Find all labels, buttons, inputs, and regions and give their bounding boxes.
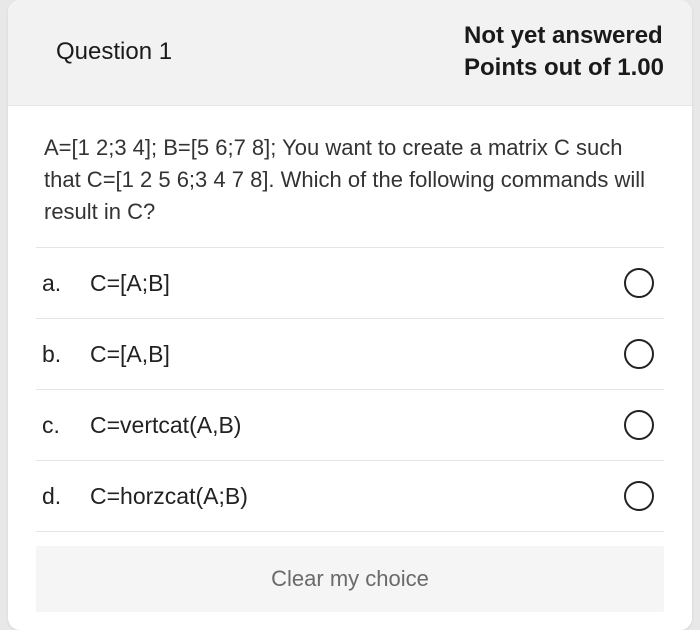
option-text: C=[A;B]: [90, 270, 624, 297]
clear-row: Clear my choice: [36, 532, 664, 622]
option-text: C=horzcat(A;B): [90, 483, 624, 510]
radio-icon[interactable]: [624, 481, 654, 511]
question-number: Question 1: [56, 38, 172, 66]
option-letter: a.: [42, 270, 90, 297]
question-text: A=[1 2;3 4]; B=[5 6;7 8]; You want to cr…: [36, 126, 664, 248]
option-c[interactable]: c. C=vertcat(A,B): [36, 390, 664, 461]
radio-icon[interactable]: [624, 268, 654, 298]
question-body: A=[1 2;3 4]; B=[5 6;7 8]; You want to cr…: [8, 106, 692, 630]
option-d[interactable]: d. C=horzcat(A;B): [36, 461, 664, 532]
option-letter: d.: [42, 483, 90, 510]
option-text: C=[A,B]: [90, 341, 624, 368]
points-label: Points out of 1.00: [464, 52, 664, 84]
question-meta: Not yet answered Points out of 1.00: [464, 20, 664, 85]
option-a[interactable]: a. C=[A;B]: [36, 248, 664, 319]
radio-icon[interactable]: [624, 339, 654, 369]
option-b[interactable]: b. C=[A,B]: [36, 319, 664, 390]
clear-choice-button[interactable]: Clear my choice: [36, 546, 664, 612]
option-text: C=vertcat(A,B): [90, 412, 624, 439]
radio-icon[interactable]: [624, 410, 654, 440]
option-letter: c.: [42, 412, 90, 439]
option-letter: b.: [42, 341, 90, 368]
question-card: Question 1 Not yet answered Points out o…: [8, 0, 692, 630]
question-header: Question 1 Not yet answered Points out o…: [8, 0, 692, 106]
answer-status: Not yet answered: [464, 20, 664, 52]
options-list: a. C=[A;B] b. C=[A,B] c. C=vertcat(A,B) …: [36, 247, 664, 532]
